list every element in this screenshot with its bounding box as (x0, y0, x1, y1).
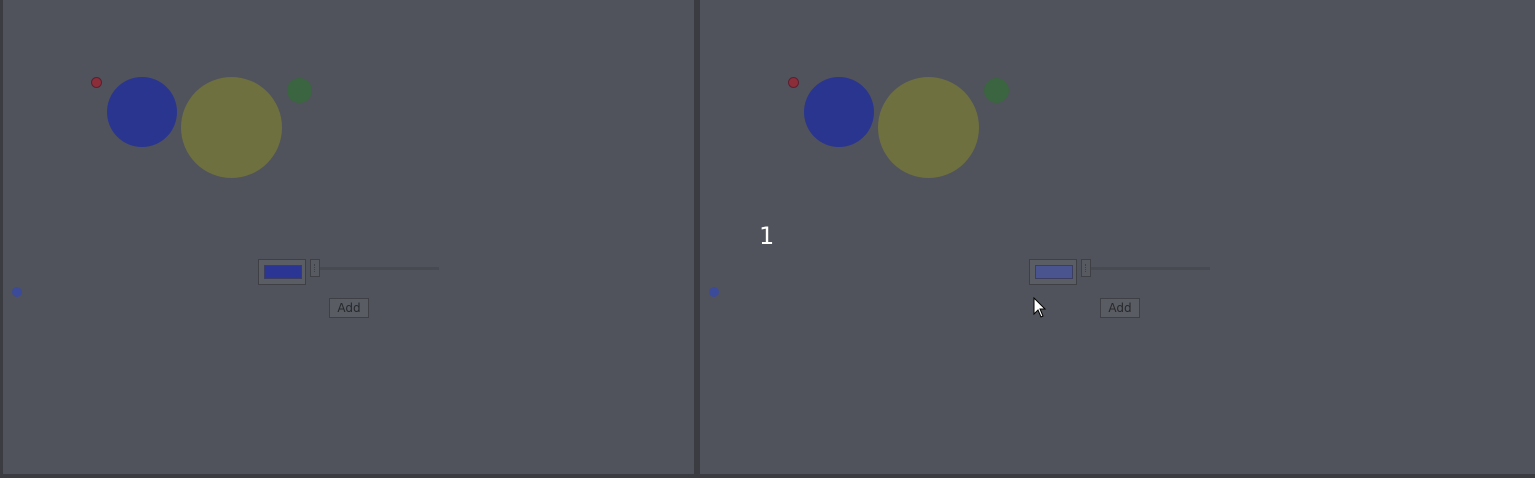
green-circle (984, 78, 1009, 103)
mouse-pointer-icon (1033, 297, 1047, 318)
add-button[interactable]: Add (1100, 298, 1140, 318)
olive-circle (878, 77, 979, 178)
size-slider-track[interactable] (1086, 267, 1210, 270)
color-picker-box[interactable] (258, 259, 306, 285)
comparison-stage: Add 1 Add (0, 0, 1535, 478)
click-counter: 1 (759, 222, 775, 250)
color-picker-box[interactable] (1029, 259, 1077, 285)
size-slider-track[interactable] (315, 267, 439, 270)
color-swatch (1035, 265, 1073, 279)
blue-circle (107, 77, 177, 147)
size-slider-handle[interactable] (310, 259, 320, 277)
canvas-panel-left[interactable]: Add (3, 0, 694, 474)
blue-circle (804, 77, 874, 147)
red-dot (91, 77, 102, 88)
small-blue-dot (12, 287, 22, 297)
olive-circle (181, 77, 282, 178)
small-blue-dot (709, 287, 719, 297)
red-dot (788, 77, 799, 88)
color-swatch (264, 265, 302, 279)
canvas-panel-right[interactable]: 1 Add (700, 0, 1535, 474)
add-button[interactable]: Add (329, 298, 369, 318)
size-slider-handle[interactable] (1081, 259, 1091, 277)
green-circle (287, 78, 312, 103)
